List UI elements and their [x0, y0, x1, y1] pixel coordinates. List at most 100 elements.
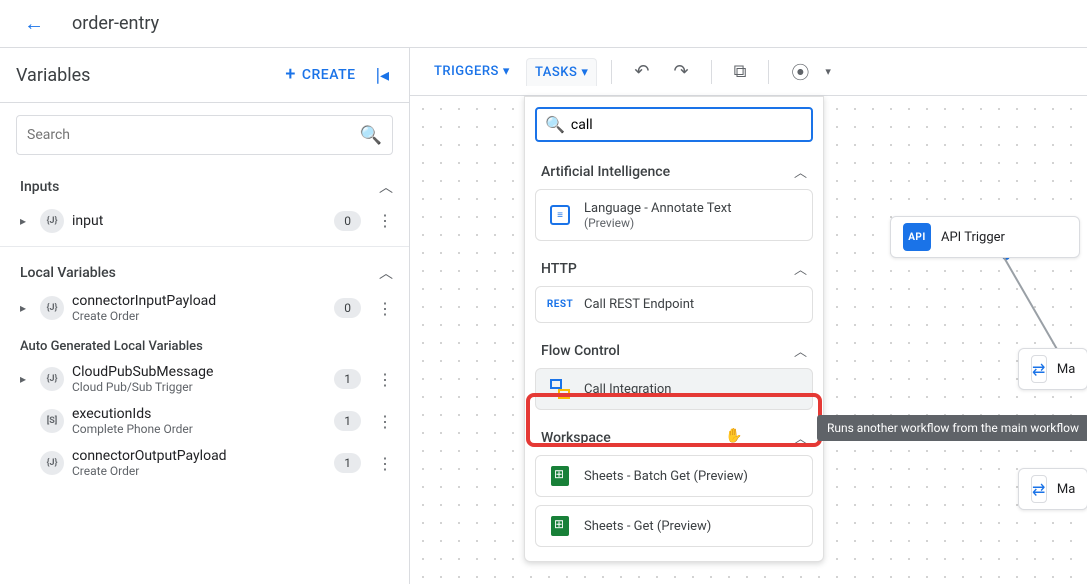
variable-name: CloudPubSubMessage — [72, 364, 326, 380]
tasks-search-box[interactable]: 🔍 — [535, 107, 813, 142]
search-icon: 🔍 — [545, 115, 565, 134]
variable-row-connector-input[interactable]: ▸ {J} connectorInputPayload Create Order… — [0, 287, 409, 329]
back-button[interactable]: ← — [16, 7, 52, 40]
variable-name: connectorOutputPayload — [72, 448, 326, 464]
chevron-up-icon: ︿ — [794, 162, 807, 181]
sheets-icon — [548, 516, 572, 536]
caret-down-icon: ▾ — [825, 65, 831, 78]
sheets-icon — [548, 466, 572, 486]
collapse-panel-button[interactable]: |◂ — [372, 61, 393, 90]
canvas-toolbar: TRIGGERS ▾ TASKS ▾ ↶ ↷ ⧉ ⦿ ▾ — [410, 48, 1087, 96]
count-pill: 0 — [334, 298, 361, 318]
kebab-menu[interactable]: ⋮ — [369, 207, 401, 234]
category-ai[interactable]: Artificial Intelligence ︿ — [525, 152, 823, 187]
local-heading: Local Variables — [20, 265, 116, 281]
triggers-dropdown[interactable]: TRIGGERS ▾ — [426, 58, 518, 85]
expand-caret[interactable]: ▸ — [20, 301, 32, 315]
count-pill: 0 — [334, 211, 361, 231]
search-icon: 🔍 — [360, 125, 382, 146]
task-label: Language - Annotate Text — [584, 201, 731, 216]
variable-row-input[interactable]: ▸ {J} input 0 ⋮ — [0, 201, 409, 240]
variable-row-connector-output[interactable]: ▸ {J} connectorOutputPayload Create Orde… — [0, 442, 409, 484]
chevron-up-icon: ︿ — [379, 177, 393, 197]
chevron-up-icon: ︿ — [379, 263, 393, 283]
auto-generated-heading: Auto Generated Local Variables — [0, 329, 409, 358]
variables-search-input[interactable] — [27, 127, 360, 143]
rest-icon: REST — [548, 299, 572, 310]
json-type-icon: {J} — [40, 451, 64, 475]
task-sheets-batch-get[interactable]: Sheets - Batch Get (Preview) — [535, 455, 813, 497]
caret-down-icon: ▾ — [503, 64, 510, 79]
undo-button[interactable]: ↶ — [626, 55, 657, 88]
category-label: Flow Control — [541, 343, 620, 359]
node-mapping[interactable]: ⇄ Ma — [1018, 348, 1087, 390]
variable-subtext: Complete Phone Order — [72, 422, 326, 436]
json-type-icon: {J} — [40, 367, 64, 391]
task-call-rest[interactable]: REST Call REST Endpoint — [535, 286, 813, 323]
node-api-trigger[interactable]: API API Trigger — [890, 216, 1080, 258]
variable-row-executionids[interactable]: ▸ [S] executionIds Complete Phone Order … — [0, 400, 409, 442]
divider — [0, 246, 409, 247]
create-button[interactable]: + CREATE — [277, 60, 363, 90]
count-pill: 1 — [334, 453, 361, 473]
variables-search[interactable]: 🔍 — [16, 115, 393, 155]
node-mapping-2[interactable]: ⇄ Ma — [1018, 468, 1087, 510]
tasks-popup: 🔍 Artificial Intelligence ︿ ≡ Language -… — [524, 96, 824, 562]
category-http[interactable]: HTTP ︿ — [525, 249, 823, 284]
task-label: Call Integration — [584, 382, 800, 397]
variable-subtext: Cloud Pub/Sub Trigger — [72, 380, 326, 394]
expand-caret[interactable]: ▸ — [20, 214, 32, 228]
variable-subtext: Create Order — [72, 309, 326, 323]
task-label: Sheets - Batch Get (Preview) — [584, 469, 800, 484]
toolbar-separator — [768, 60, 769, 84]
tooltip: Runs another workflow from the main work… — [817, 415, 1087, 441]
tasks-search-input[interactable] — [571, 117, 803, 133]
node-label: Ma — [1057, 362, 1075, 377]
tasks-label: TASKS — [535, 65, 577, 80]
api-icon: API — [903, 223, 931, 251]
toolbar-separator — [711, 60, 712, 84]
task-call-integration[interactable]: Call Integration — [535, 368, 813, 410]
plus-icon: + — [285, 66, 296, 84]
variables-heading: Variables — [16, 65, 90, 86]
tasks-dropdown[interactable]: TASKS ▾ — [526, 58, 597, 86]
task-language-annotate[interactable]: ≡ Language - Annotate Text (Preview) — [535, 189, 813, 241]
node-label: API Trigger — [941, 230, 1005, 245]
count-pill: 1 — [334, 369, 361, 389]
canvas-area[interactable]: TRIGGERS ▾ TASKS ▾ ↶ ↷ ⧉ ⦿ ▾ API API Tri… — [410, 48, 1087, 584]
triggers-label: TRIGGERS — [434, 64, 499, 79]
layout-button[interactable]: ⧉ — [726, 55, 755, 88]
variable-subtext: Create Order — [72, 464, 326, 478]
toolbar-separator — [611, 60, 612, 84]
variable-name: executionIds — [72, 406, 326, 422]
variable-row-cloudpubsub[interactable]: ▸ {J} CloudPubSubMessage Cloud Pub/Sub T… — [0, 358, 409, 400]
mapping-icon: ⇄ — [1031, 355, 1047, 383]
variable-name: input — [72, 213, 326, 229]
task-label: Sheets - Get (Preview) — [584, 519, 800, 534]
zoom-button[interactable]: ⦿ — [783, 53, 817, 91]
redo-button[interactable]: ↷ — [665, 55, 696, 88]
connector-line — [1002, 255, 1064, 360]
task-label: Call REST Endpoint — [584, 297, 800, 312]
expand-caret[interactable]: ▸ — [20, 372, 32, 386]
language-icon: ≡ — [548, 205, 572, 225]
kebab-menu[interactable]: ⋮ — [369, 450, 401, 477]
chevron-up-icon: ︿ — [794, 341, 807, 360]
category-workspace[interactable]: Workspace ︿ — [525, 418, 823, 453]
variable-name: connectorInputPayload — [72, 293, 326, 309]
inputs-section-header[interactable]: Inputs ︿ — [0, 167, 409, 201]
kebab-menu[interactable]: ⋮ — [369, 295, 401, 322]
kebab-menu[interactable]: ⋮ — [369, 366, 401, 393]
kebab-menu[interactable]: ⋮ — [369, 408, 401, 435]
page-title: order-entry — [72, 13, 159, 34]
category-label: Artificial Intelligence — [541, 164, 670, 180]
chevron-up-icon: ︿ — [794, 259, 807, 278]
category-label: Workspace — [541, 430, 611, 446]
call-integration-icon — [548, 379, 572, 399]
caret-down-icon: ▾ — [581, 65, 588, 80]
json-type-icon: {J} — [40, 209, 64, 233]
category-flow-control[interactable]: Flow Control ︿ — [525, 331, 823, 366]
local-section-header[interactable]: Local Variables ︿ — [0, 253, 409, 287]
task-sheets-get[interactable]: Sheets - Get (Preview) — [535, 505, 813, 547]
create-label: CREATE — [302, 67, 356, 83]
